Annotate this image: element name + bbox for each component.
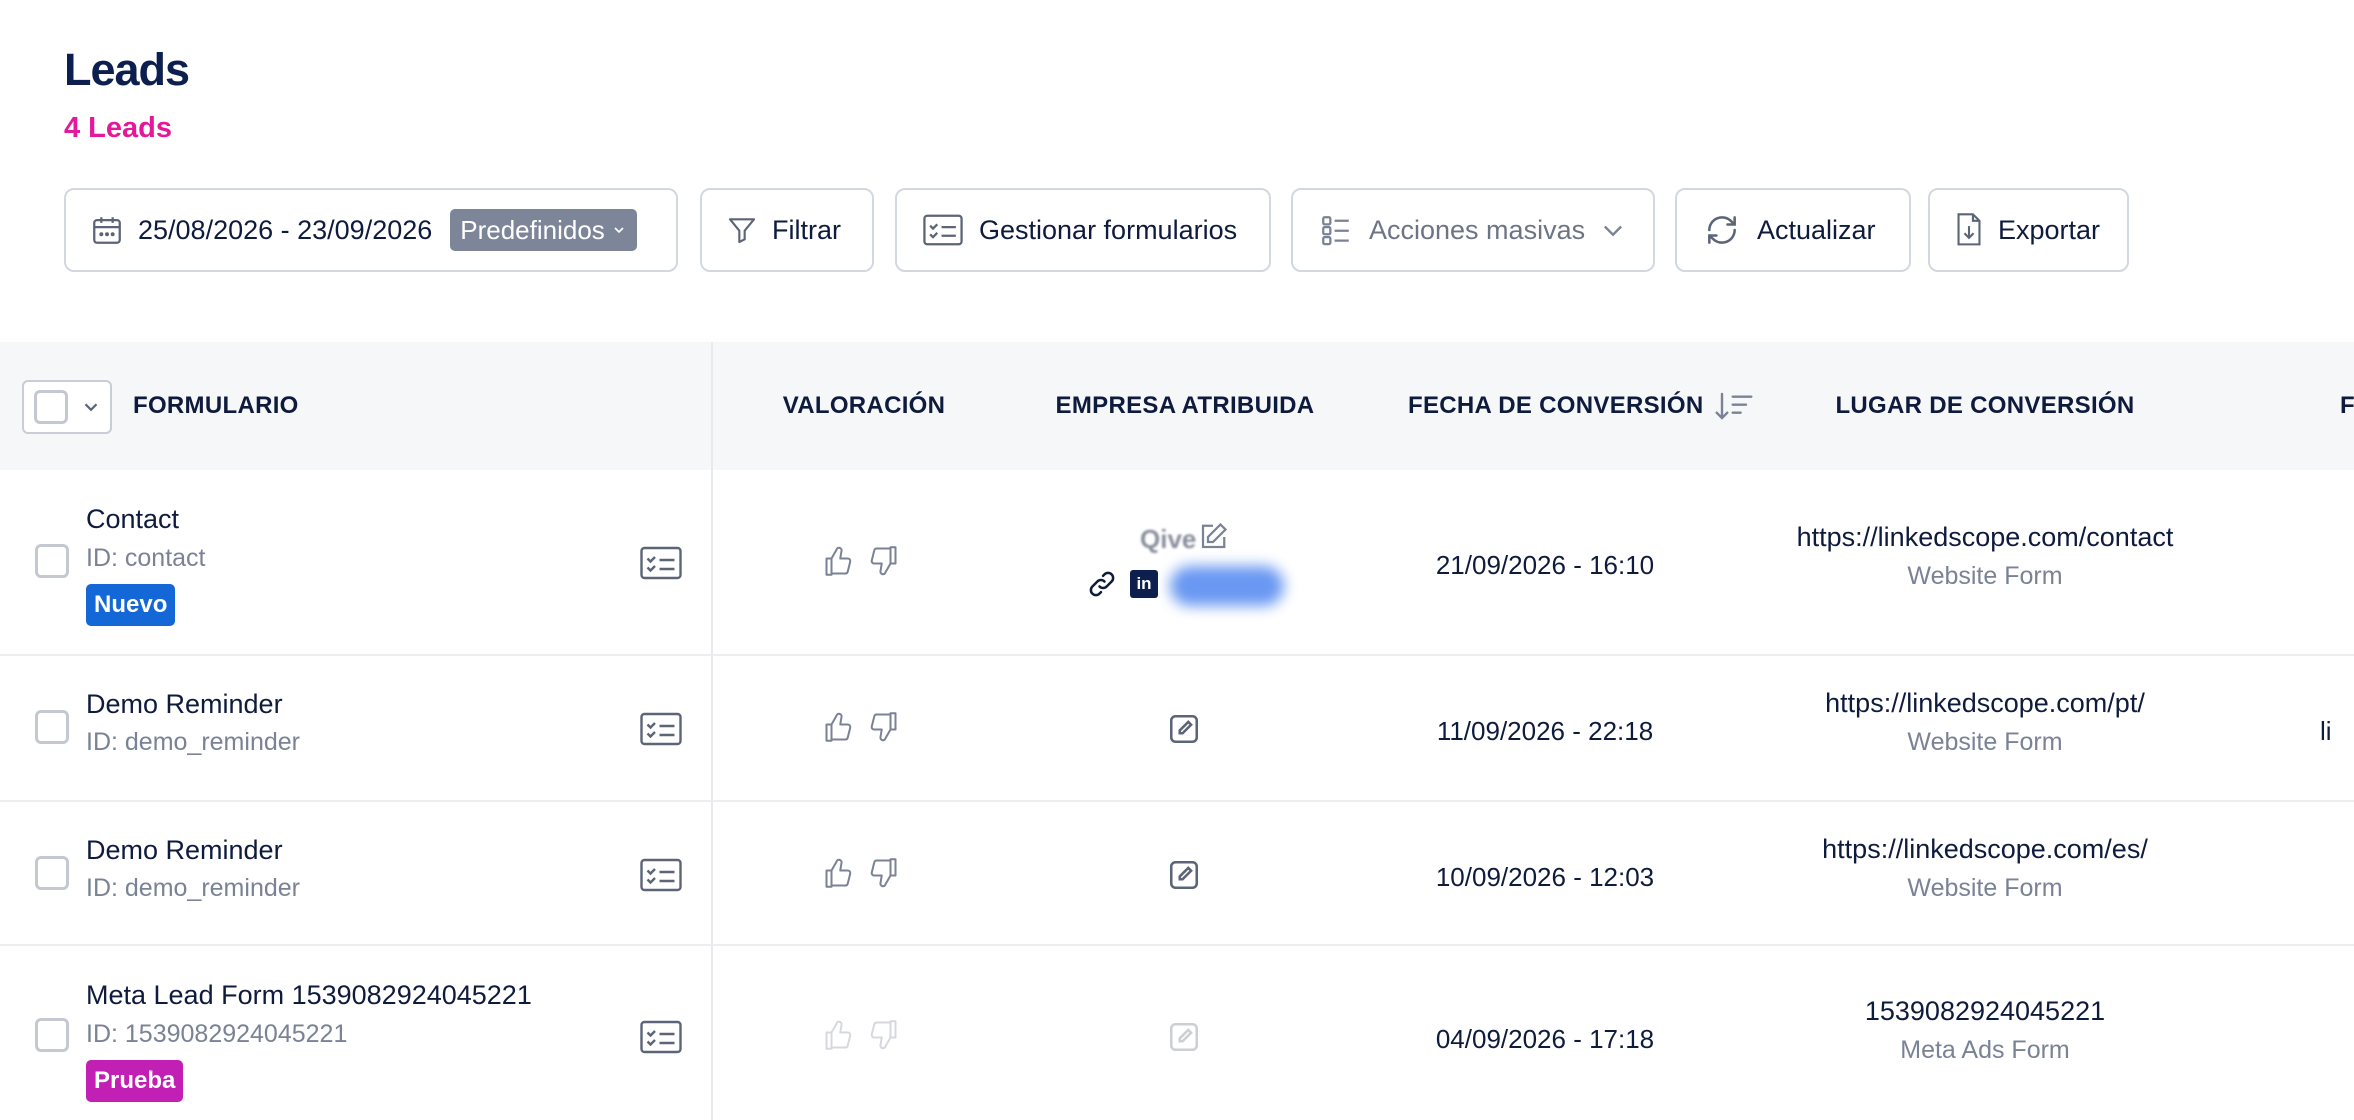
edit-icon[interactable] — [1167, 858, 1201, 892]
column-conversion-date[interactable]: FECHA DE CONVERSIÓN — [1408, 342, 1754, 470]
table-row[interactable]: Contact ID: contact Nuevo Qive in 21/09/… — [0, 470, 2354, 656]
form-id: ID: 1539082924045221 — [86, 1020, 348, 1048]
thumbs-down-icon[interactable] — [868, 710, 898, 744]
export-file-icon — [1957, 213, 1981, 246]
thumbs-down-icon[interactable] — [868, 544, 898, 578]
thumbs-down-icon — [870, 1020, 897, 1050]
form-name: Contact — [86, 504, 180, 534]
form-details-icon[interactable] — [640, 546, 682, 580]
thumbs-up-icon[interactable] — [824, 710, 854, 744]
conversion-place-url[interactable]: https://linkedscope.com/es/ — [1685, 834, 2285, 865]
thumbs-down-icon[interactable] — [868, 856, 898, 890]
form-details-icon[interactable] — [640, 858, 682, 892]
edit-icon[interactable] — [1167, 712, 1201, 746]
table-row[interactable]: Demo Reminder ID: demo_reminder 10/09/20… — [0, 802, 2354, 946]
presets-dropdown[interactable]: Predefinidos — [450, 209, 637, 251]
table-row[interactable]: Demo Reminder ID: demo_reminder 11/09/20… — [0, 656, 2354, 802]
export-button[interactable]: Exportar — [1928, 188, 2129, 272]
page-title: Leads — [64, 44, 190, 95]
thumbs-up-icon[interactable] — [824, 544, 854, 578]
bulk-actions-dropdown[interactable]: Acciones masivas — [1291, 188, 1655, 272]
conversion-place-source: Website Form — [1907, 874, 2063, 902]
select-all-dropdown[interactable] — [22, 380, 112, 434]
link-icon[interactable] — [1087, 568, 1117, 600]
rating-controls — [824, 544, 898, 578]
form-id: ID: contact — [86, 544, 206, 572]
presets-label: Predefinidos — [460, 214, 605, 245]
leads-table: FORMULARIO VALORACIÓN EMPRESA ATRIBUIDA … — [0, 342, 2354, 1120]
lead-count: 4 Leads — [64, 112, 172, 144]
form-name: Demo Reminder — [86, 835, 283, 865]
export-label: Exportar — [1998, 214, 2101, 245]
column-partial: F — [2340, 392, 2354, 419]
form-details-icon[interactable] — [640, 1020, 682, 1054]
linkedin-icon[interactable]: in — [1130, 570, 1158, 598]
edit-icon[interactable] — [1198, 522, 1228, 552]
form-list-icon — [923, 214, 963, 246]
table-header: FORMULARIO VALORACIÓN EMPRESA ATRIBUIDA … — [0, 342, 2354, 470]
filter-button[interactable]: Filtrar — [700, 188, 874, 272]
date-range-value: 25/08/2026 - 23/09/2026 — [138, 214, 433, 245]
thumbs-up-icon[interactable] — [824, 856, 854, 890]
conversion-place-source: Website Form — [1907, 562, 2063, 590]
form-name: Meta Lead Form 1539082924045221 — [86, 980, 532, 1010]
blurred-company-domain — [1170, 566, 1284, 606]
column-company[interactable]: EMPRESA ATRIBUIDA — [1035, 342, 1335, 470]
column-form[interactable]: FORMULARIO — [133, 342, 299, 470]
select-all-checkbox[interactable] — [34, 390, 68, 424]
calendar-icon — [93, 217, 121, 244]
refresh-label: Actualizar — [1757, 214, 1876, 245]
filter-label: Filtrar — [772, 214, 841, 245]
rating-controls — [824, 1018, 898, 1052]
form-details-icon[interactable] — [640, 712, 682, 746]
form-name: Demo Reminder — [86, 689, 283, 719]
table-row[interactable]: Meta Lead Form 1539082924045221 ID: 1539… — [0, 946, 2354, 1120]
chevron-down-icon — [1604, 225, 1623, 237]
partial-cell: li — [2320, 716, 2332, 746]
conversion-place-url: 1539082924045221 — [1864, 996, 2106, 1026]
manage-forms-label: Gestionar formularios — [979, 214, 1238, 245]
thumbs-up-icon — [825, 1020, 852, 1050]
row-checkbox[interactable] — [35, 1018, 69, 1052]
checklist-icon — [1322, 216, 1349, 246]
row-checkbox[interactable] — [35, 710, 69, 744]
bulk-actions-label: Acciones masivas — [1369, 214, 1586, 245]
chevron-down-icon — [84, 403, 98, 412]
conversion-place-url[interactable]: https://linkedscope.com/contact — [1685, 522, 2285, 553]
refresh-button[interactable]: Actualizar — [1675, 188, 1911, 272]
row-checkbox[interactable] — [35, 544, 69, 578]
refresh-icon — [1708, 216, 1736, 244]
chevron-down-icon — [614, 227, 624, 234]
row-checkbox[interactable] — [35, 856, 69, 890]
manage-forms-button[interactable]: Gestionar formularios — [895, 188, 1271, 272]
status-badge: Prueba — [86, 1060, 184, 1102]
form-id: ID: demo_reminder — [86, 874, 300, 902]
column-rating[interactable]: VALORACIÓN — [764, 342, 964, 470]
conversion-place-source: Meta Ads Form — [1900, 1036, 2070, 1064]
column-conversion-place[interactable]: LUGAR DE CONVERSIÓN — [1785, 342, 2185, 470]
sort-icon[interactable] — [1714, 390, 1754, 422]
column-conversion-date-label: FECHA DE CONVERSIÓN — [1408, 392, 1704, 419]
edit-icon — [1169, 1022, 1199, 1052]
rating-controls — [824, 856, 898, 890]
company-name[interactable]: Qive — [1140, 524, 1196, 555]
filter-icon — [728, 218, 756, 244]
conversion-place-url[interactable]: https://linkedscope.com/pt/ — [1685, 688, 2285, 719]
conversion-place-source: Website Form — [1907, 728, 2063, 756]
status-badge: Nuevo — [86, 584, 176, 626]
rating-controls — [824, 710, 898, 744]
form-id: ID: demo_reminder — [86, 728, 300, 756]
date-range-picker[interactable]: 25/08/2026 - 23/09/2026 Predefinidos — [64, 188, 678, 272]
